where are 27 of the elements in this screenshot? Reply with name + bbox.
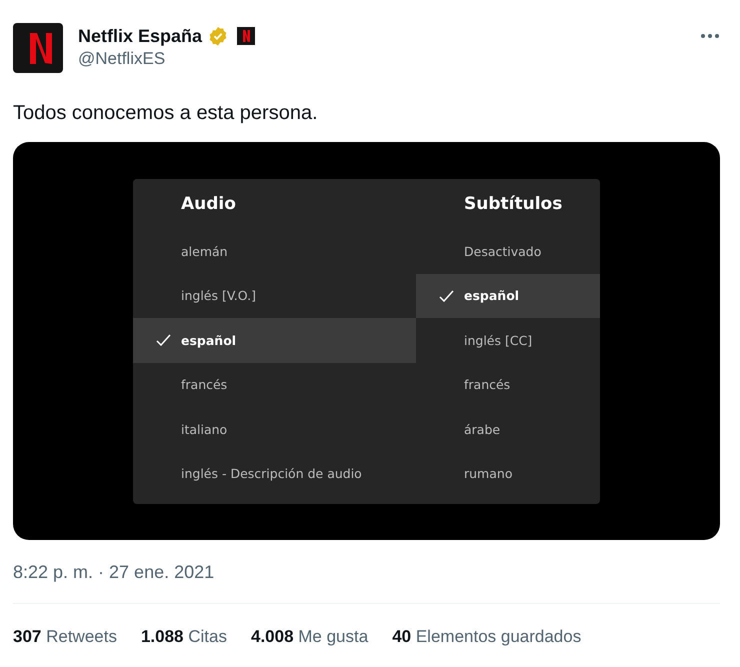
- tweet-text: Todos conocemos a esta persona.: [13, 101, 319, 126]
- netflix-logo-avatar[interactable]: [13, 23, 63, 73]
- stat-link[interactable]: 307 Retweets: [13, 627, 117, 647]
- column-heading: Subtítulos: [463, 193, 564, 216]
- menu-option[interactable]: español: [416, 274, 600, 318]
- more-icon[interactable]: [700, 33, 720, 39]
- menu-option[interactable]: inglés - Descripción de audio: [133, 452, 416, 496]
- netflix-logo-icon: [237, 27, 256, 45]
- author-name[interactable]: Netflix España: [78, 26, 202, 46]
- menu-option[interactable]: Desactivado: [416, 229, 600, 274]
- check-icon: [156, 334, 171, 346]
- author-handle[interactable]: @NetflixES: [78, 49, 700, 69]
- menu-option[interactable]: inglés [V.O.]: [133, 274, 416, 318]
- check-icon: [439, 290, 454, 302]
- stat-link[interactable]: 1.088 Citas: [140, 627, 227, 647]
- menu-option[interactable]: francés: [416, 362, 600, 407]
- menu-option[interactable]: alemán: [133, 229, 416, 274]
- stat-link[interactable]: 4.008 Me gusta: [250, 627, 368, 647]
- timestamp[interactable]: 8:22 p. m. · 27 ene. 2021: [13, 562, 720, 583]
- menu-option[interactable]: árabe: [416, 407, 600, 452]
- menu-option[interactable]: francés: [133, 362, 416, 407]
- menu-option[interactable]: italiano: [133, 407, 416, 452]
- menu-option[interactable]: rumano: [416, 452, 600, 496]
- column-heading: Audio: [180, 193, 237, 216]
- stat-link[interactable]: 40 Elementos guardados: [392, 627, 582, 647]
- menu-option[interactable]: español: [133, 318, 416, 362]
- menu-option[interactable]: inglés [CC]: [416, 318, 600, 362]
